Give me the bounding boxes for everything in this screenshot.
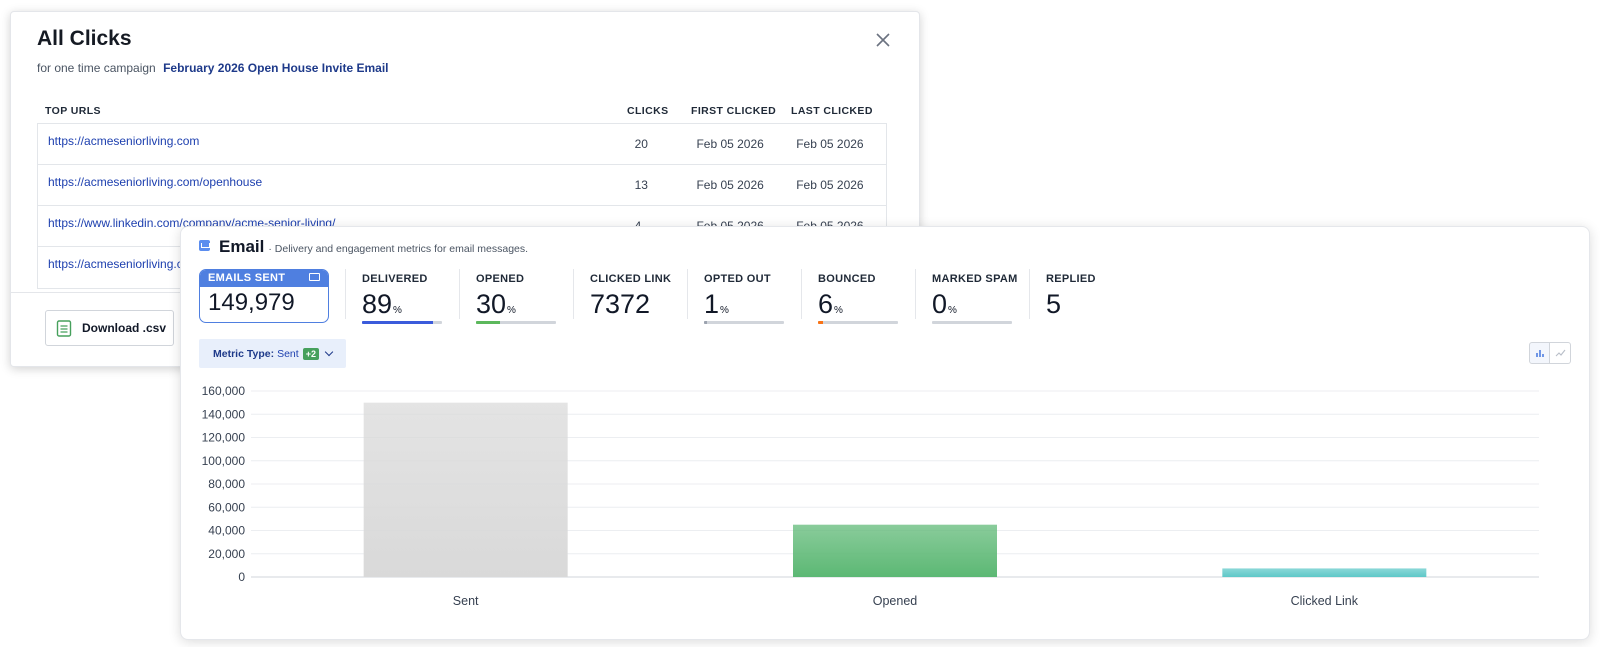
metric-emails-sent-header: EMAILS SENT [200,270,328,287]
divider [915,269,916,319]
metric-value: 5 [1046,289,1062,319]
x-tick-label: Sent [453,594,479,608]
screen: All Clicks for one time campaign Februar… [0,0,1600,647]
y-tick-label: 80,000 [208,477,245,491]
modal-title: All Clicks [37,27,132,50]
metric-label: REPLIED [1046,273,1096,285]
metric-clicked-link[interactable]: CLICKED LINK 7372 [590,273,671,325]
y-tick-label: 40,000 [208,524,245,538]
metric-type-filter[interactable]: Metric Type: Sent +2 [199,339,346,368]
metric-progress [704,321,784,324]
subtitle-prefix: for one time campaign [37,61,156,75]
column-header-first-clicked[interactable]: FIRST CLICKED [691,105,791,117]
metric-value: 7372 [590,289,651,319]
y-tick-label: 140,000 [202,407,246,421]
bar-opened[interactable] [793,524,997,577]
card-header: Email · Delivery and engagement metrics … [199,237,528,257]
bar-clicked-link[interactable] [1222,568,1427,577]
metric-label: OPTED OUT [704,273,771,285]
column-header-top-urls[interactable]: TOP URLS [37,105,627,117]
y-tick-label: 0 [238,570,245,584]
column-header-last-clicked[interactable]: LAST CLICKED [791,105,887,117]
y-tick-label: 60,000 [208,500,245,514]
metric-value: 149,979 [208,289,295,316]
email-bar-chart: 0 20,000 40,000 60,000 80,000 100,000 120,000 1… [202,384,1539,608]
metric-value: 30% [476,289,516,319]
first-clicked: Feb 05 2026 [696,178,764,192]
download-label: Download .csv [82,321,167,335]
metric-emails-sent[interactable]: EMAILS SENT 149,979 [199,269,329,323]
divider [1029,269,1030,319]
metric-progress-fill [476,321,500,324]
table-row: https://acmeseniorliving.com/openhouse 1… [38,165,886,206]
metric-progress-fill [362,321,434,324]
metric-progress-fill [704,321,708,324]
y-tick-label: 20,000 [208,547,245,561]
chart-view-toggle [1529,342,1571,364]
metric-value: 6% [818,289,843,319]
metric-progress [476,321,556,324]
campaign-name[interactable]: February 2026 Open House Invite Email [163,61,388,75]
card-description: · Delivery and engagement metrics for em… [268,243,529,255]
bar-sent[interactable] [363,402,568,577]
metric-replied[interactable]: REPLIED 5 [1046,273,1096,325]
email-metrics-card: Email · Delivery and engagement metrics … [180,226,1590,640]
last-clicked: Feb 05 2026 [796,137,864,151]
first-clicked: Feb 05 2026 [696,137,764,151]
metric-delivered[interactable]: DELIVERED 89% [362,273,442,325]
metric-label: CLICKED LINK [590,273,672,285]
clicks-count: 13 [634,178,648,192]
email-icon [199,240,210,251]
filter-extra-badge: +2 [302,347,319,360]
x-tick-label: Clicked Link [1291,594,1359,608]
x-tick-label: Opened [873,594,918,608]
y-tick-label: 100,000 [202,454,246,468]
metric-progress-fill [818,321,823,324]
bar-chart-icon[interactable] [1529,342,1550,364]
table-header: TOP URLS CLICKS FIRST CLICKED LAST CLICK… [37,98,887,123]
modal-subtitle: for one time campaign February 2026 Open… [37,61,389,75]
last-clicked: Feb 05 2026 [796,178,864,192]
metric-progress [818,321,898,324]
divider [801,269,802,319]
metric-opened[interactable]: OPENED 30% [476,273,556,325]
divider [573,269,574,319]
column-header-clicks[interactable]: CLICKS [627,105,691,117]
metric-label: DELIVERED [362,273,428,285]
envelope-icon [309,273,320,281]
card-title: Email [219,237,265,256]
filter-label: Metric Type: [213,347,275,360]
y-tick-label: 160,000 [202,384,246,398]
divider [345,269,346,319]
metric-value: 1% [704,289,729,319]
metric-label: MARKED SPAM [932,273,1018,285]
divider [459,269,460,319]
metric-opted-out[interactable]: OPTED OUT 1% [704,273,784,325]
filter-selected: Sent [277,347,299,360]
metric-label: EMAILS SENT [208,272,286,284]
clicks-count: 20 [634,137,648,151]
y-tick-label: 120,000 [202,431,246,445]
metric-marked-spam[interactable]: MARKED SPAM 0% [932,273,1018,325]
csv-file-icon [56,319,72,337]
metric-progress [362,321,442,324]
download-csv-button[interactable]: Download .csv [45,310,174,346]
metric-progress [932,321,1012,324]
metric-value: 0% [932,289,957,319]
line-chart-icon[interactable] [1550,342,1571,364]
close-icon[interactable] [873,30,893,50]
table-row: https://acmeseniorliving.com 20 Feb 05 2… [38,124,886,165]
url-link[interactable]: https://acmeseniorliving.com [38,124,627,164]
metric-value: 89% [362,289,402,319]
metric-label: OPENED [476,273,525,285]
chevron-down-icon [324,347,334,356]
url-link[interactable]: https://acmeseniorliving.com/openhouse [38,165,627,205]
metric-bounced[interactable]: BOUNCED 6% [818,273,898,325]
divider [687,269,688,319]
metric-label: BOUNCED [818,273,876,285]
